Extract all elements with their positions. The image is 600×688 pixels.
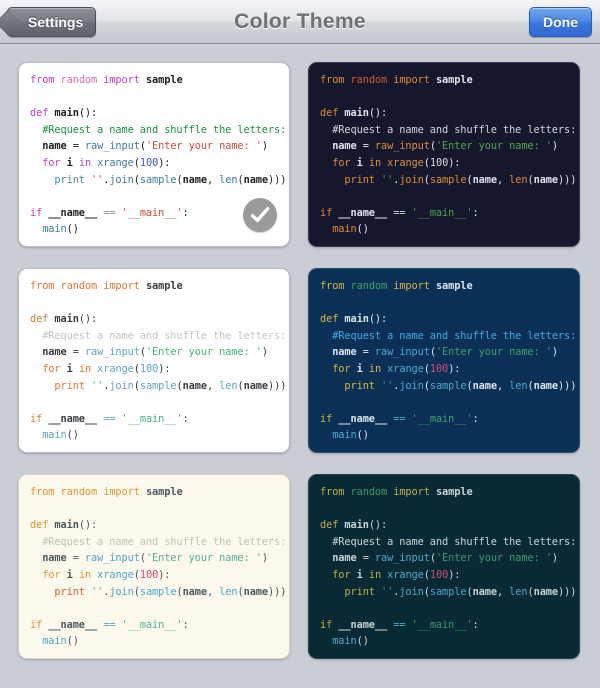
code-preview: from random import sample def main(): #Re… <box>30 484 287 650</box>
theme-grid: from random import sample def main(): #Re… <box>18 62 582 659</box>
code-line: name = raw_input('Enter your name: ') <box>332 346 558 359</box>
code-line: for i in xrange(100): <box>332 156 461 169</box>
code-line: print ''.join(sample(name, len(name))) <box>344 379 577 392</box>
code-line: for i in xrange(100): <box>42 156 171 169</box>
code-preview: from random import sample def main(): #Re… <box>30 278 287 444</box>
code-line: if __name__ == '__main__': <box>320 618 479 631</box>
code-line: #Request a name and shuffle the letters: <box>332 535 577 548</box>
checkmark-icon <box>243 198 277 232</box>
code-line: name = raw_input('Enter your name: ') <box>332 140 558 153</box>
code-line: def main(): <box>30 519 98 532</box>
code-line: from random import sample <box>30 74 183 86</box>
back-button-label: Settings <box>28 14 84 30</box>
done-button[interactable]: Done <box>529 7 592 37</box>
code-line: main() <box>332 429 369 442</box>
code-line: def main(): <box>320 313 388 326</box>
code-line: for i in xrange(100): <box>42 568 171 581</box>
code-line: def main(): <box>30 107 98 120</box>
theme-option-theme-paper[interactable]: from random import sample def main(): #Re… <box>18 268 290 453</box>
done-button-label: Done <box>543 14 578 30</box>
navigation-bar: Settings Color Theme Done <box>0 0 600 44</box>
code-line: name = raw_input('Enter your name: ') <box>42 140 268 153</box>
theme-option-theme-deep-teal[interactable]: from random import sample def main(): #Re… <box>308 474 580 659</box>
code-preview: from random import sample def main(): #Re… <box>320 72 577 238</box>
code-line: main() <box>332 635 369 648</box>
code-line: name = raw_input('Enter your name: ') <box>332 552 558 565</box>
code-line: #Request a name and shuffle the letters: <box>332 329 577 342</box>
code-line: for i in xrange(100): <box>332 568 461 581</box>
code-line: print ''.join(sample(name, len(name))) <box>54 173 287 186</box>
code-line: if __name__ == '__main__': <box>320 412 479 425</box>
code-line: #Request a name and shuffle the letters: <box>42 535 287 548</box>
code-line: name = raw_input('Enter your name: ') <box>42 346 268 359</box>
code-preview: from random import sample def main(): #Re… <box>320 278 577 444</box>
code-line: print ''.join(sample(name, len(name))) <box>344 585 577 598</box>
code-line: def main(): <box>320 519 388 532</box>
code-line: from random import sample <box>320 74 473 86</box>
code-line: if __name__ == '__main__': <box>320 206 479 219</box>
theme-option-theme-midnight[interactable]: from random import sample def main(): #Re… <box>308 62 580 247</box>
code-line: print ''.join(sample(name, len(name))) <box>54 379 287 392</box>
code-line: if __name__ == '__main__': <box>30 618 189 631</box>
code-line: main() <box>42 429 79 442</box>
code-line: name = raw_input('Enter your name: ') <box>42 552 268 565</box>
code-line: from random import sample <box>30 486 183 498</box>
page-title: Color Theme <box>234 10 366 33</box>
theme-option-theme-solarized-light[interactable]: from random import sample def main(): #Re… <box>18 474 290 659</box>
code-line: #Request a name and shuffle the letters: <box>42 329 287 342</box>
code-line: print ''.join(sample(name, len(name))) <box>344 173 577 186</box>
code-line: main() <box>332 223 369 236</box>
code-line: from random import sample <box>320 280 473 292</box>
code-line: for i in xrange(100): <box>42 362 171 375</box>
theme-list-content: from random import sample def main(): #Re… <box>0 44 600 659</box>
theme-option-theme-default-light[interactable]: from random import sample def main(): #Re… <box>18 62 290 247</box>
code-line: #Request a name and shuffle the letters: <box>42 123 287 136</box>
code-line: #Request a name and shuffle the letters: <box>332 123 577 136</box>
code-line: if __name__ == '__main__': <box>30 412 189 425</box>
code-line: from random import sample <box>320 486 473 498</box>
code-preview: from random import sample def main(): #Re… <box>320 484 577 650</box>
code-line: def main(): <box>320 107 388 120</box>
theme-option-theme-ocean[interactable]: from random import sample def main(): #Re… <box>308 268 580 453</box>
code-line: main() <box>42 635 79 648</box>
code-line: for i in xrange(100): <box>332 362 461 375</box>
code-line: from random import sample <box>30 280 183 292</box>
code-line: print ''.join(sample(name, len(name))) <box>54 585 287 598</box>
code-line: def main(): <box>30 313 98 326</box>
